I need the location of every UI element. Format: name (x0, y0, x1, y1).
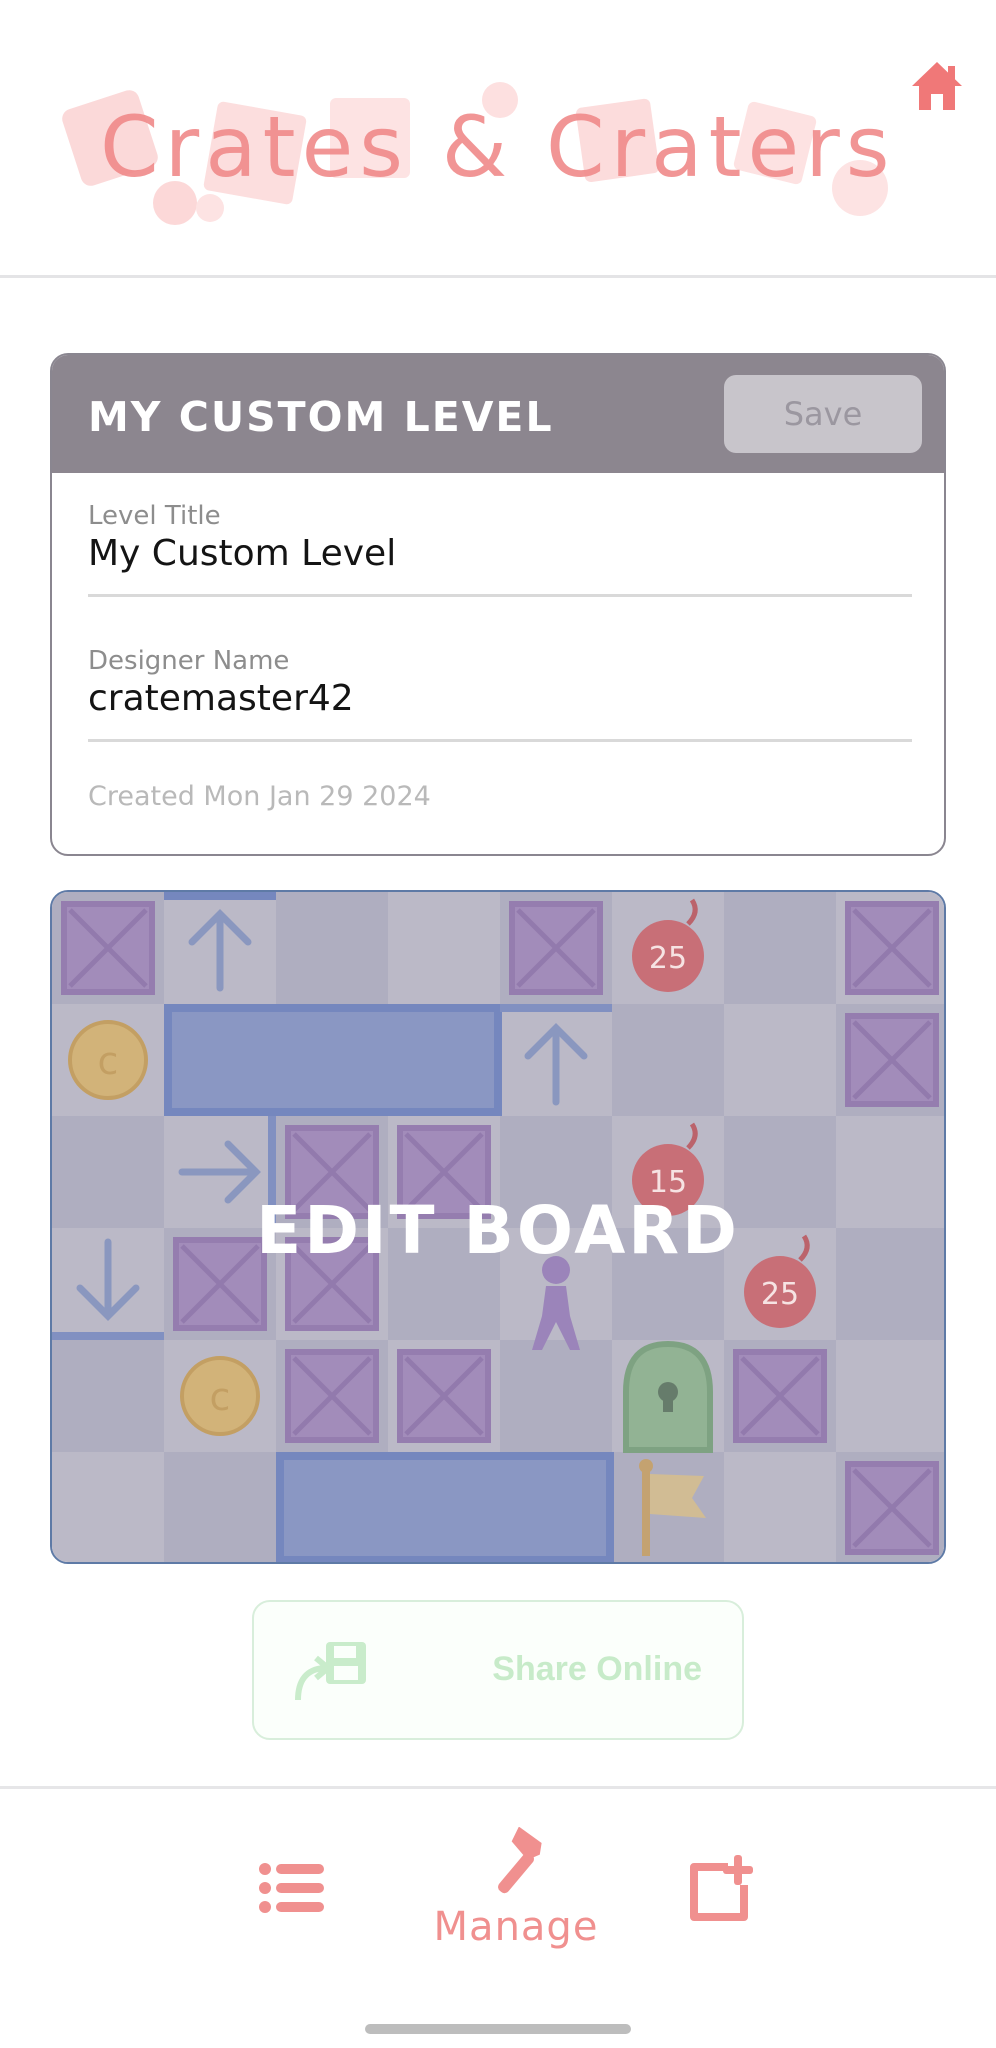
new-level-icon (690, 1855, 753, 1921)
nav-manage-label: Manage (433, 1904, 599, 1950)
level-card-header: MY CUSTOM LEVEL Save (52, 355, 944, 473)
app-logo: Crates & Craters (60, 78, 940, 248)
bomb-timer-label: 25 (649, 941, 687, 976)
share-online-button[interactable]: Share Online (252, 1600, 744, 1740)
nav-manage[interactable]: Manage (428, 1826, 604, 1950)
nav-levels-list[interactable] (258, 1861, 326, 1920)
hammer-icon (498, 1826, 542, 1894)
edit-board-button[interactable]: c c 25 15 25 EDIT BOARD (50, 890, 946, 1564)
save-button[interactable]: Save (724, 375, 922, 453)
home-indicator-bar[interactable] (365, 2024, 631, 2034)
app-header: Crates & Craters (0, 0, 996, 278)
save-floppy-icon (295, 1642, 366, 1701)
created-date: Created Mon Jan 29 2024 (88, 781, 431, 812)
level-card-title: MY CUSTOM LEVEL (88, 393, 554, 441)
bomb-timer-label: 25 (761, 1277, 799, 1312)
level-title-input[interactable]: My Custom Level (88, 533, 912, 574)
level-title-field[interactable]: Level Title My Custom Level (88, 501, 912, 597)
level-card: MY CUSTOM LEVEL Save Level Title My Cust… (50, 353, 946, 856)
share-online-label: Share Online (492, 1650, 702, 1688)
nav-new-level[interactable] (688, 1853, 758, 1928)
level-title-label: Level Title (88, 501, 221, 531)
designer-name-label: Designer Name (88, 646, 290, 676)
designer-name-field[interactable]: Designer Name cratemaster42 (88, 646, 912, 742)
bottom-navigation: Manage (0, 1786, 996, 2048)
designer-name-input[interactable]: cratemaster42 (88, 678, 912, 719)
home-button[interactable] (908, 58, 966, 116)
home-icon (912, 62, 962, 110)
list-icon (259, 1863, 324, 1913)
logo-text: Crates & Craters (100, 98, 896, 196)
edit-board-label: EDIT BOARD (256, 1192, 740, 1269)
